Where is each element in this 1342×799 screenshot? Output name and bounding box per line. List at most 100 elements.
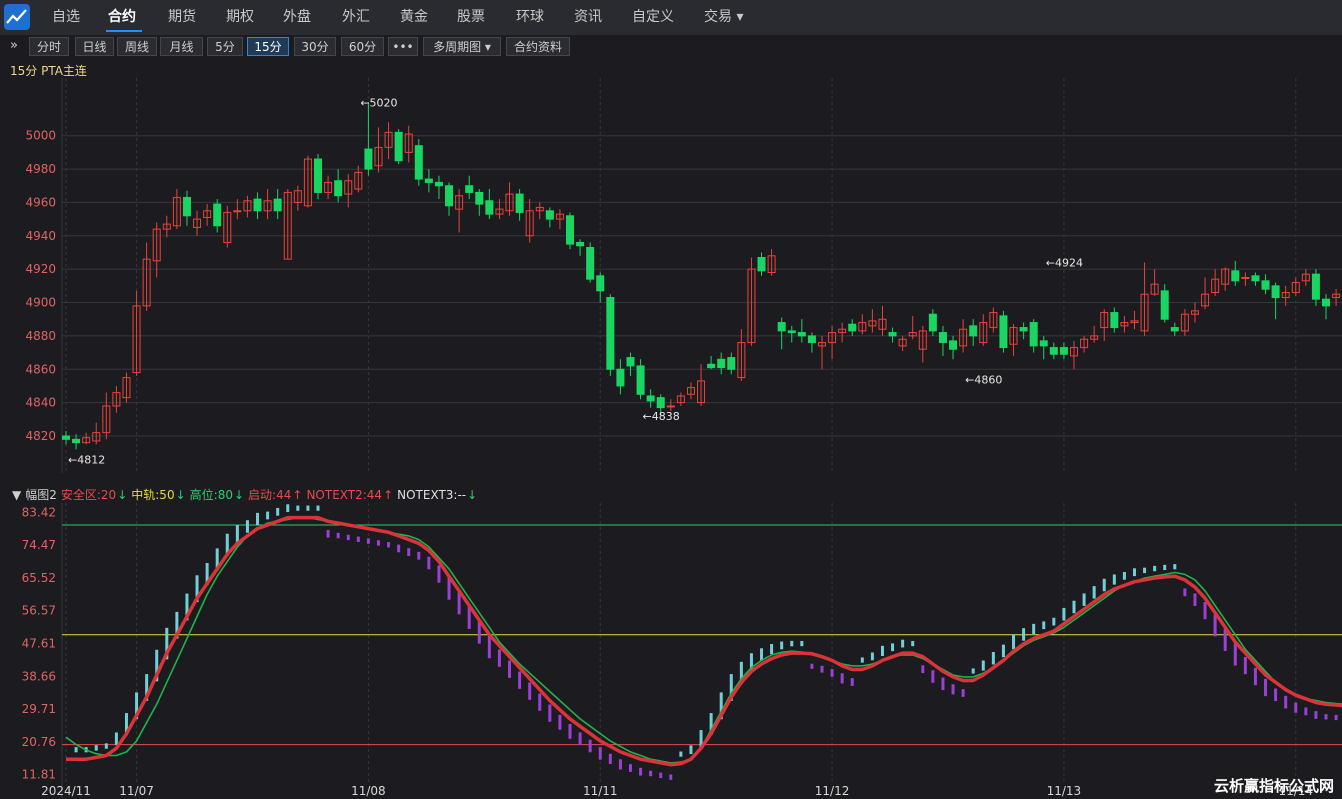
candle	[1039, 335, 1048, 360]
candle	[1271, 282, 1280, 320]
candle-body	[576, 241, 585, 247]
nav-item-9[interactable]: 资讯	[574, 0, 602, 35]
period-button-10[interactable]: 合约资料	[506, 37, 570, 56]
candle	[273, 189, 282, 220]
signal-bar	[376, 540, 380, 546]
signal-bar	[528, 682, 532, 700]
candle	[545, 207, 554, 228]
candle	[767, 249, 776, 276]
signal-bar	[114, 732, 118, 746]
candle	[263, 189, 272, 220]
candle	[717, 352, 726, 375]
candle-body	[626, 357, 635, 367]
signal-bar	[981, 660, 985, 671]
signal-bar	[1092, 586, 1096, 599]
price-tick-label: 4860	[25, 362, 56, 376]
period-button-9[interactable]: 多周期图 ▾	[423, 37, 501, 56]
nav-item-10[interactable]: 自定义	[632, 0, 674, 35]
candle-body	[596, 275, 605, 292]
period-button-1[interactable]: 日线	[75, 37, 114, 56]
candle-body	[1251, 275, 1260, 282]
signal-bar	[487, 636, 491, 659]
signal-bar	[74, 747, 78, 753]
signal-bar	[800, 640, 804, 647]
period-button-0[interactable]: 分时	[29, 37, 69, 56]
period-button-5[interactable]: 15分	[247, 37, 289, 56]
signal-bar	[588, 739, 592, 753]
candle-body	[807, 335, 816, 344]
nav-item-7[interactable]: 股票	[457, 0, 485, 35]
nav-item-11[interactable]: 交易 ▾	[704, 0, 743, 35]
price-tick-label: 4980	[25, 162, 56, 176]
dropdown-arrow-icon: ▾	[481, 40, 491, 54]
candle	[223, 205, 232, 248]
signal-bar	[94, 745, 98, 751]
nav-item-2[interactable]: 期货	[168, 0, 196, 35]
candle	[707, 355, 716, 370]
indicator-tick-label: 65.52	[22, 571, 56, 585]
candle	[354, 165, 363, 193]
candle-body	[797, 332, 806, 337]
candle-body	[666, 405, 675, 408]
candle	[303, 155, 312, 208]
period-button-6[interactable]: 30分	[294, 37, 336, 56]
candle	[1231, 260, 1240, 286]
candle	[868, 309, 877, 333]
collapse-triangle-icon[interactable]: ▼	[12, 488, 21, 502]
nav-item-4[interactable]: 外盘	[283, 0, 311, 35]
candle	[1301, 269, 1310, 286]
nav-item-0[interactable]: 自选	[52, 0, 80, 35]
price-tick-label: 4940	[25, 229, 56, 243]
signal-bar	[1062, 608, 1066, 621]
candle	[1070, 340, 1078, 370]
collapse-icon[interactable]: »	[10, 38, 18, 53]
signal-bar	[639, 767, 643, 776]
signal-bar	[840, 673, 844, 684]
candle	[858, 314, 867, 335]
signal-bar	[991, 651, 995, 665]
signal-bar	[437, 565, 441, 583]
signal-bar	[1274, 688, 1278, 702]
candle	[172, 189, 181, 230]
signal-bar	[951, 684, 955, 695]
period-button-8[interactable]: •••	[388, 37, 418, 56]
period-button-7[interactable]: 60分	[341, 37, 384, 56]
candle-body	[515, 193, 524, 213]
candle	[555, 209, 564, 230]
candle	[838, 322, 847, 343]
signal-bar	[820, 665, 824, 673]
candle-body	[606, 297, 615, 370]
period-button-2[interactable]: 周线	[117, 37, 157, 56]
candle	[112, 385, 121, 413]
candle-body	[1049, 347, 1058, 355]
candle	[1150, 269, 1159, 296]
indicator-chart[interactable]: 2024/11 11/07 11/08 11/11 11/12 11/13 11/1411.…	[0, 503, 1342, 799]
candle	[213, 199, 222, 233]
nav-item-6[interactable]: 黄金	[400, 0, 428, 35]
date-tick-label: 11/13	[1047, 784, 1082, 798]
indicator-legend: ▼ 幅图2 安全区:20↓ 中轨:50↓ 高位:80↓ 启动:44↑ NOTEXT2:44↑…	[12, 486, 481, 502]
period-button-4[interactable]: 5分	[207, 37, 243, 56]
chart-title: 15分 PTA主连	[10, 64, 87, 78]
price-annotation: ←5020	[360, 96, 397, 109]
candle-body	[1322, 298, 1330, 307]
candle	[727, 352, 736, 375]
signal-bar	[276, 507, 280, 516]
candle-body	[1170, 327, 1179, 332]
nav-item-5[interactable]: 外汇	[342, 0, 370, 35]
signal-bar	[346, 534, 350, 541]
signal-bar	[397, 544, 401, 553]
app-logo-icon[interactable]	[4, 4, 30, 30]
signal-bar	[1112, 574, 1116, 585]
period-button-3[interactable]: 月线	[160, 37, 203, 56]
signal-bar	[407, 548, 411, 556]
nav-item-8[interactable]: 环球	[516, 0, 544, 35]
candle	[364, 102, 373, 176]
candle	[1160, 284, 1169, 323]
indicator-tick-label: 38.66	[22, 669, 56, 683]
candlestick-chart[interactable]: 4820 4840 4860 4880 4900 4920 4940 4960 4980 5000…	[0, 78, 1342, 473]
signal-bar	[770, 644, 774, 655]
candle	[616, 359, 625, 395]
nav-item-3[interactable]: 期权	[226, 0, 254, 35]
candle-body	[616, 368, 625, 387]
